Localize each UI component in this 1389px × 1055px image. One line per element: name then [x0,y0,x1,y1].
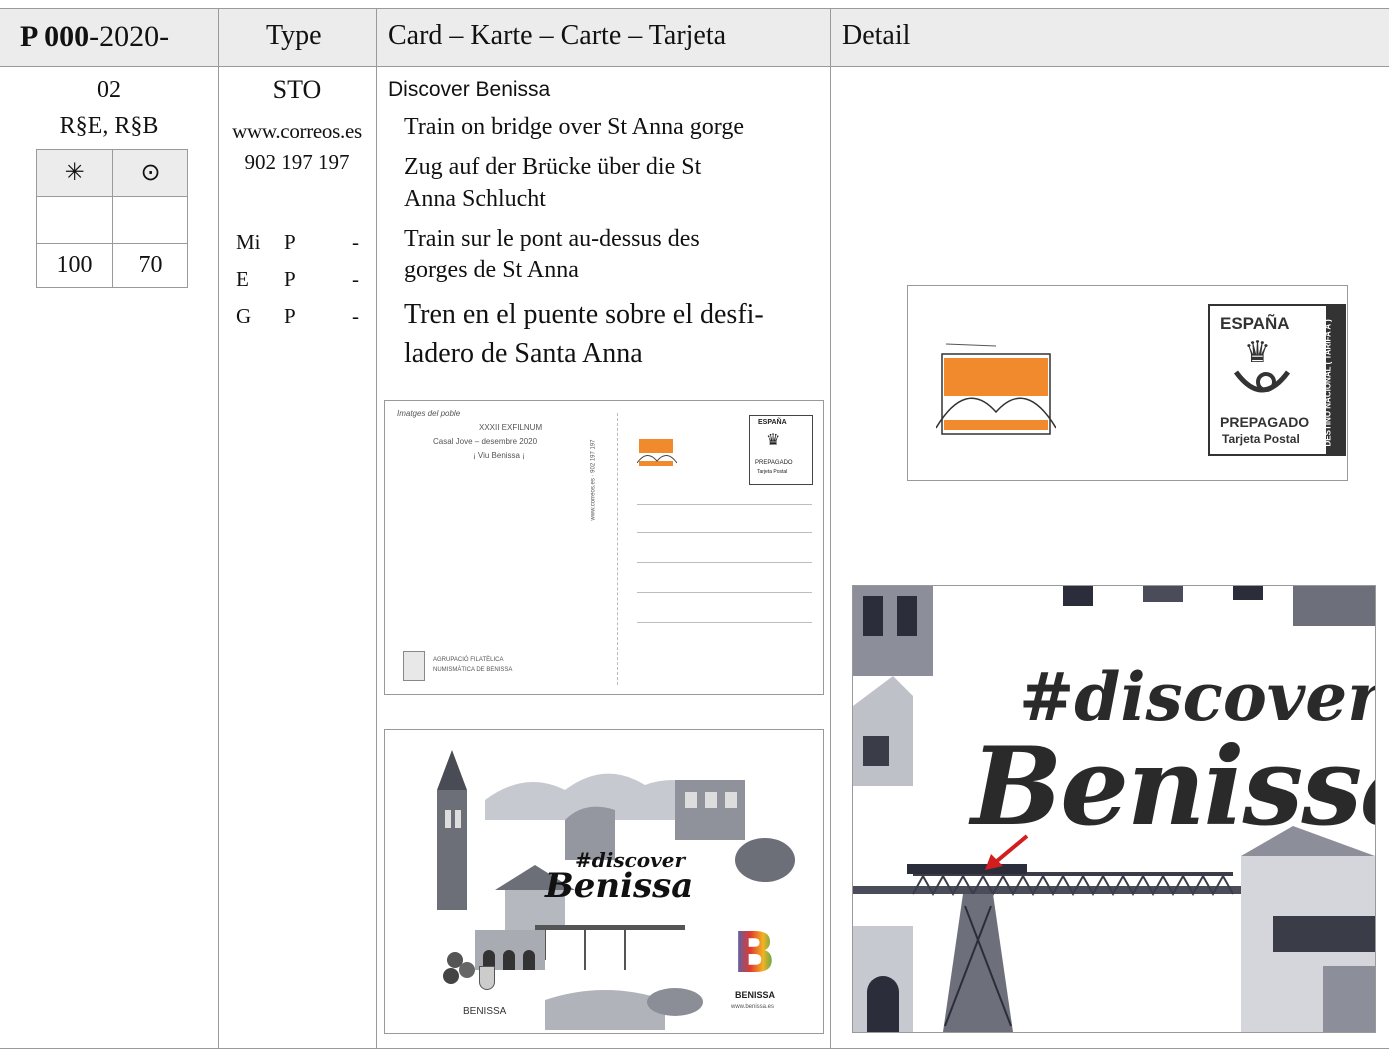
printing-code: G [236,304,252,328]
stamp-sub: Tarjeta Postal [1222,432,1300,446]
back-footer-1: AGRUPACIÓ FILATÈLICA [433,657,504,663]
type-code: STO [272,75,322,104]
address-line [637,504,812,505]
row-number: 02 [97,77,121,103]
card-desc-es-1: Tren en el puente sobre el desfi- [404,299,764,330]
printing-type: P [284,267,296,291]
row-codes: R§E, R§B [59,113,159,139]
detail-zoom-image: #discover Benissa [852,585,1376,1033]
table-top-border [0,8,1389,9]
printing-code: Mi [236,230,261,254]
front-name: Benissa [545,866,694,906]
mini-stamp-country: ESPAÑA [758,419,787,426]
col-divider-3 [830,8,831,1049]
address-line [637,562,812,563]
type-website: www.correos.es [232,119,362,143]
address-line [637,622,812,623]
back-footer-2: NUMISMÀTICA DE BENISSA [433,667,513,673]
card-desc-es-2: ladero de Santa Anna [404,338,643,369]
mini-sketch-arch [637,455,677,464]
stamp-detail-image: ESPAÑA ♛ PREPAGADO Tarjeta Postal DESTIN… [907,285,1348,481]
crown-posthorn-icon: ♛ [1232,338,1292,404]
mini-stamp-crown-icon: ♛ [766,432,781,449]
address-line [637,592,812,593]
coat-of-arms-icon [479,966,495,990]
catalog-suffix: -2020- [89,20,170,53]
mint-icon: ✳ [64,158,85,186]
crown-icon: ♛ [1244,335,1271,370]
price-row-divider-2 [37,243,187,244]
mini-sketch [637,435,677,471]
card-front-image: #discover Benissa B BENISSA www.benissa.… [384,729,824,1034]
price-table: ✳ ⊙ 100 70 [36,149,188,288]
price-row-divider-1 [37,196,187,197]
stamp-side-text: DESTINO NACIONAL ( TARIFA A ) [1323,319,1333,447]
card-desc-en: Train on bridge over St Anna gorge [404,114,744,140]
detail-sketch [936,338,1056,438]
mini-stamp-sub: Tarjeta Postal [757,469,788,475]
back-line-2: XXXII EXFILNUM [479,423,543,432]
posthorn-icon [1233,370,1291,393]
printing-value: - [352,230,359,254]
detail-stamp: ESPAÑA ♛ PREPAGADO Tarjeta Postal DESTIN… [1208,304,1346,456]
header-catalog-number: P 000-2020- [20,20,169,54]
back-line-4: ¡ Viu Benissa ¡ [473,451,525,460]
printing-type: P [284,230,296,254]
card-desc-fr-1: Train sur le pont au-dessus des [404,226,700,252]
col-divider-2 [376,8,377,1049]
benissa-logo-url: www.benissa.es [731,1004,775,1010]
used-price: 70 [138,252,163,278]
card-desc-fr-2: gorges de St Anna [404,257,579,283]
card-title: Discover Benissa [388,78,551,101]
association-logo [403,651,425,681]
mini-stamp-label: PREPAGADO [755,460,793,466]
header-detail: Detail [842,20,911,51]
back-divider [617,413,618,685]
card-desc-de-2: Anna Schlucht [404,186,546,212]
back-line-3: Casal Jove – desembre 2020 [433,437,538,446]
header-type: Type [266,20,322,51]
stamp-label: PREPAGADO [1220,414,1310,430]
benissa-logo-text: BENISSA [735,990,776,1000]
address-line [637,532,812,533]
header-bottom-border [0,66,1389,67]
mint-price: 100 [56,252,93,278]
coat-of-arms-text: BENISSA [463,1006,507,1017]
mini-stamp: ESPAÑA ♛ PREPAGADO Tarjeta Postal [749,415,813,485]
zoom-name: Benissa [971,724,1375,850]
printing-value: - [352,267,359,291]
stamp-country: ESPAÑA [1220,314,1290,333]
back-vertical-text: www.correos.es · 902 197 197 [590,439,597,521]
table-bottom-border [0,1048,1389,1049]
printing-value: - [352,304,359,328]
card-desc-de-1: Zug auf der Brücke über die St [404,154,702,180]
benissa-logo-icon: B [733,921,776,986]
red-arrow-icon [985,834,1029,870]
header-card: Card – Karte – Carte – Tarjeta [388,20,727,51]
printing-code: E [236,267,249,291]
detail-sketch-lines [936,343,1056,435]
card-back-image: Imatges del poble XXXII EXFILNUM Casal J… [384,400,824,695]
catalog-prefix: P 000 [20,20,90,53]
back-line-1: Imatges del poble [397,409,461,418]
printing-type: P [284,304,296,328]
used-icon: ⊙ [140,158,161,186]
type-phone: 902 197 197 [244,150,350,174]
